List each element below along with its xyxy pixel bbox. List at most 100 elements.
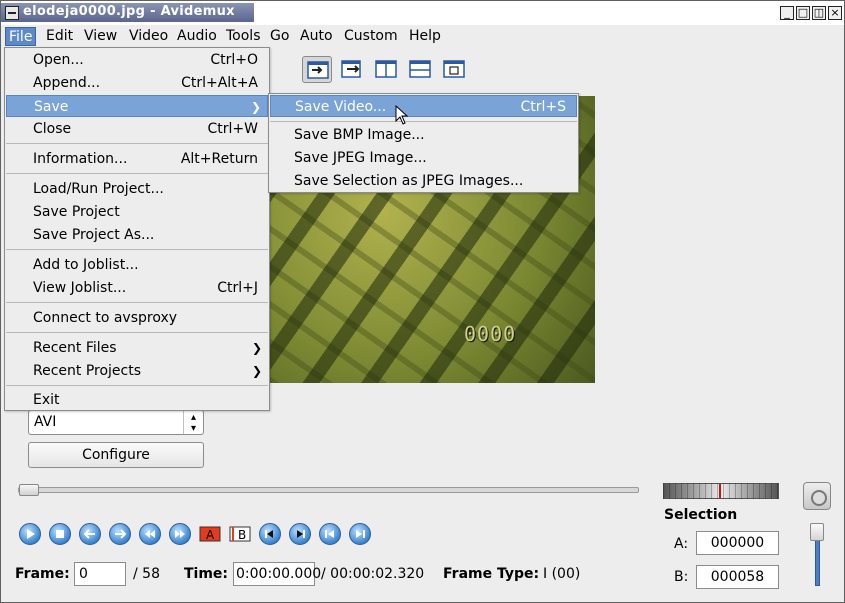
menu-item-label: Append... (33, 75, 101, 91)
time-input[interactable]: 0:00:00.000 (233, 562, 321, 586)
toolbar-top-bottom-button[interactable] (405, 56, 435, 83)
configure-button[interactable]: Configure (28, 442, 204, 468)
set-marker-a-button[interactable]: A (199, 523, 221, 545)
menu-separator (6, 302, 268, 303)
svg-text:A: A (206, 528, 215, 542)
menu-item-label: Open... (33, 52, 84, 68)
stop-button[interactable] (49, 523, 71, 545)
frame-total: / 58 (133, 566, 160, 582)
menu-go[interactable]: Go (267, 27, 292, 46)
time-total: / 00:00:02.320 (321, 566, 425, 582)
previous-keyframe-button[interactable] (139, 523, 161, 545)
menu-item-label: Exit (33, 392, 60, 408)
selection-b-field[interactable]: 000058 (696, 565, 779, 589)
play-icon (27, 529, 35, 539)
menu-item-label: Recent Files (33, 340, 117, 356)
next-frame-button[interactable] (109, 523, 131, 545)
menu-separator (6, 143, 268, 144)
menu-view[interactable]: View (81, 27, 120, 46)
menu-item-label: Recent Projects (33, 363, 142, 379)
menu-help[interactable]: Help (406, 27, 444, 46)
toolbar-display-output-button[interactable] (302, 56, 332, 83)
timeline-slider-thumb[interactable] (19, 484, 39, 496)
menu-item-label: Connect to avsproxy (33, 310, 178, 326)
close-button[interactable]: × (828, 6, 842, 20)
menu-item-accel: Ctrl+S (520, 99, 566, 115)
skip-end-icon (356, 530, 365, 538)
menu-custom[interactable]: Custom (341, 27, 401, 46)
submenu-arrow-icon: ❯ (251, 341, 262, 355)
menu-item-label: View Joblist... (33, 280, 127, 296)
goto-marker-b-button[interactable] (289, 523, 311, 545)
frame-input[interactable]: 0 (74, 562, 126, 586)
file-menu-recent-projects[interactable]: Recent Projects ❯ (6, 360, 268, 382)
menu-file[interactable]: File (5, 27, 37, 46)
marker-a-icon: A (199, 526, 221, 542)
svg-text:B: B (238, 528, 246, 542)
window-menu-icon[interactable] (5, 6, 19, 20)
selection-a-field[interactable]: 000000 (696, 531, 779, 555)
file-menu-exit[interactable]: Exit (6, 389, 268, 411)
next-keyframe-button[interactable] (169, 523, 191, 545)
save-bmp-item[interactable]: Save BMP Image... (270, 124, 577, 146)
output-format-value: AVI (34, 414, 57, 430)
save-jpeg-item[interactable]: Save JPEG Image... (270, 147, 577, 169)
selection-title: Selection (664, 507, 738, 523)
file-menu-add-joblist[interactable]: Add to Joblist... (6, 254, 268, 276)
menu-item-accel: Ctrl+Alt+A (181, 75, 258, 91)
window-title: elodeja0000.jpg - Avidemux (23, 4, 235, 19)
file-menu-information[interactable]: Information... Alt+Return (6, 148, 268, 170)
last-frame-button[interactable] (349, 523, 371, 545)
menu-separator (270, 121, 577, 122)
file-menu-save[interactable]: Save ❯ (6, 95, 268, 117)
menu-edit[interactable]: Edit (43, 27, 76, 46)
goto-marker-a-button[interactable] (259, 523, 281, 545)
menu-item-accel: Alt+Return (180, 151, 258, 167)
menu-video[interactable]: Video (126, 27, 171, 46)
file-menu-append[interactable]: Append... Ctrl+Alt+A (6, 72, 268, 94)
toolbar-fit-window-button[interactable] (439, 56, 469, 83)
file-menu-close[interactable]: Close Ctrl+W (6, 118, 268, 140)
timeline-slider-track[interactable] (18, 487, 639, 493)
menu-bar: File Edit View Video Audio Tools Go Auto… (1, 25, 844, 47)
audio-toggle-button[interactable] (803, 482, 831, 510)
menu-item-label: Information... (33, 151, 128, 167)
top-bottom-icon (409, 60, 431, 78)
save-video-item[interactable]: Save Video... Ctrl+S (270, 95, 577, 117)
output-format-select[interactable]: AVI ▴ ▾ (28, 410, 204, 435)
set-marker-b-button[interactable]: B (229, 523, 251, 545)
goto-a-icon (265, 530, 273, 538)
menu-separator (6, 173, 268, 174)
submenu-arrow-icon: ❯ (250, 100, 261, 114)
file-menu-save-project[interactable]: Save Project (6, 201, 268, 223)
file-menu-avsproxy[interactable]: Connect to avsproxy (6, 307, 268, 329)
maximize-button[interactable]: □ (796, 6, 810, 20)
file-menu-load-project[interactable]: Load/Run Project... (6, 178, 268, 200)
menu-item-label: Save BMP Image... (294, 127, 425, 143)
restore-button[interactable]: ◫ (812, 6, 826, 20)
toolbar-side-by-side-button[interactable] (371, 56, 401, 83)
menu-auto[interactable]: Auto (297, 27, 336, 46)
menu-audio[interactable]: Audio (174, 27, 220, 46)
file-menu-view-joblist[interactable]: View Joblist... Ctrl+J (6, 277, 268, 299)
volume-slider-thumb[interactable] (810, 523, 824, 541)
title-bar: elodeja0000.jpg - Avidemux _ □ ◫ × (1, 1, 844, 25)
time-label: Time: (184, 566, 229, 582)
updown-chevron-icon: ▴ ▾ (183, 411, 203, 434)
previous-frame-button[interactable] (79, 523, 101, 545)
file-menu-recent-files[interactable]: Recent Files ❯ (6, 337, 268, 359)
toolbar-preview-output-button[interactable] (337, 56, 367, 83)
menu-tools[interactable]: Tools (223, 27, 264, 46)
selection-b-label: B: (674, 569, 689, 585)
file-menu-save-project-as[interactable]: Save Project As... (6, 224, 268, 246)
save-selection-jpeg-item[interactable]: Save Selection as JPEG Images... (270, 170, 577, 192)
marker-b-icon: B (229, 526, 251, 542)
menu-item-label: Close (33, 121, 72, 137)
menu-item-label: Load/Run Project... (33, 181, 164, 197)
file-menu-open[interactable]: Open... Ctrl+O (6, 49, 268, 71)
menu-item-accel: Ctrl+O (210, 52, 258, 68)
minimize-button[interactable]: _ (780, 6, 794, 20)
first-frame-button[interactable] (319, 523, 341, 545)
side-by-side-icon (375, 60, 397, 78)
play-button[interactable] (19, 523, 41, 545)
